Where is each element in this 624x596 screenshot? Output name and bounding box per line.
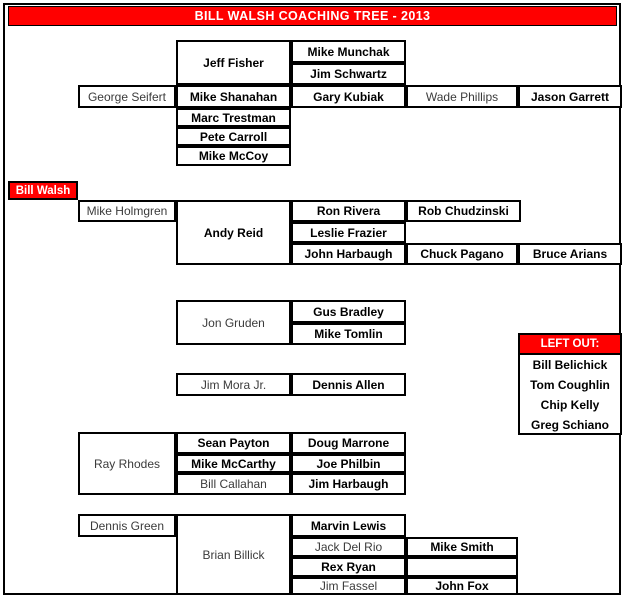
coaching-tree-diagram: BILL WALSH COACHING TREE - 2013 Bill Wal…	[0, 0, 624, 596]
coach-cell-doug-marrone: Doug Marrone	[291, 432, 406, 454]
coach-cell-jason-garrett: Jason Garrett	[518, 85, 622, 108]
left-out-name-list: Bill Belichick Tom Coughlin Chip Kelly Greg…	[520, 355, 620, 435]
coach-cell-ron-rivera: Ron Rivera	[291, 200, 406, 222]
coach-cell-empty-col4-a	[406, 557, 518, 577]
coach-cell-pete-carroll: Pete Carroll	[176, 127, 291, 146]
coach-cell-rob-chudzinski: Rob Chudzinski	[406, 200, 521, 222]
left-out-name: Chip Kelly	[540, 398, 600, 412]
coach-cell-john-fox: John Fox	[406, 577, 518, 595]
coach-cell-bill-callahan: Bill Callahan	[176, 473, 291, 495]
coach-cell-jim-fassel: Jim Fassel	[291, 577, 406, 595]
coach-cell-mike-shanahan: Mike Shanahan	[176, 85, 291, 108]
coach-cell-joe-philbin: Joe Philbin	[291, 454, 406, 473]
coach-cell-wade-phillips: Wade Phillips	[406, 85, 518, 108]
coach-cell-dennis-green: Dennis Green	[78, 514, 176, 537]
left-out-name: Tom Coughlin	[530, 378, 610, 392]
coach-cell-sean-payton: Sean Payton	[176, 432, 291, 454]
left-out-panel: LEFT OUT: Bill Belichick Tom Coughlin Chip…	[518, 333, 622, 435]
coach-cell-jim-mora-jr: Jim Mora Jr.	[176, 373, 291, 396]
coach-cell-mike-munchak: Mike Munchak	[291, 40, 406, 63]
coach-cell-george-seifert: George Seifert	[78, 85, 176, 108]
coach-cell-leslie-frazier: Leslie Frazier	[291, 222, 406, 243]
coach-cell-brian-billick: Brian Billick	[176, 514, 291, 595]
coach-cell-ray-rhodes: Ray Rhodes	[78, 432, 176, 495]
coach-cell-bruce-arians: Bruce Arians	[518, 243, 622, 265]
left-out-header: LEFT OUT:	[520, 335, 620, 355]
coach-cell-andy-reid: Andy Reid	[176, 200, 291, 265]
coach-cell-chuck-pagano: Chuck Pagano	[406, 243, 518, 265]
coach-cell-mike-tomlin: Mike Tomlin	[291, 323, 406, 345]
coach-cell-mike-mccoy: Mike McCoy	[176, 146, 291, 166]
coach-cell-marvin-lewis: Marvin Lewis	[291, 514, 406, 537]
coach-cell-jim-schwartz: Jim Schwartz	[291, 63, 406, 85]
left-out-name: Greg Schiano	[530, 418, 610, 432]
coach-cell-jack-del-rio: Jack Del Rio	[291, 537, 406, 557]
coach-cell-jim-harbaugh: Jim Harbaugh	[291, 473, 406, 495]
left-out-name: Bill Belichick	[532, 358, 608, 372]
coach-cell-mike-smith: Mike Smith	[406, 537, 518, 557]
coach-cell-mike-mccarthy: Mike McCarthy	[176, 454, 291, 473]
coach-cell-marc-trestman: Marc Trestman	[176, 108, 291, 127]
diagram-title: BILL WALSH COACHING TREE - 2013	[8, 6, 617, 26]
coach-cell-gus-bradley: Gus Bradley	[291, 300, 406, 323]
root-node-bill-walsh: Bill Walsh	[8, 181, 78, 200]
coach-cell-jeff-fisher: Jeff Fisher	[176, 40, 291, 85]
coach-cell-rex-ryan: Rex Ryan	[291, 557, 406, 577]
coach-cell-mike-holmgren: Mike Holmgren	[78, 200, 176, 222]
coach-cell-jon-gruden: Jon Gruden	[176, 300, 291, 345]
coach-cell-john-harbaugh: John Harbaugh	[291, 243, 406, 265]
coach-cell-dennis-allen: Dennis Allen	[291, 373, 406, 396]
coach-cell-gary-kubiak: Gary Kubiak	[291, 85, 406, 108]
